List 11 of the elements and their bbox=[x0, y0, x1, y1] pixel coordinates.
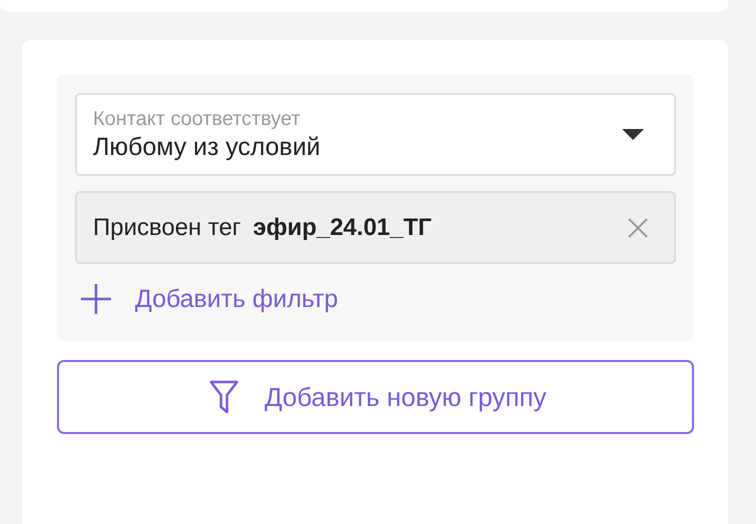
add-filter-link[interactable]: Добавить фильтр bbox=[75, 279, 338, 319]
plus-icon bbox=[81, 284, 111, 314]
add-group-button[interactable]: Добавить новую группу bbox=[57, 360, 694, 434]
caret-icon bbox=[622, 129, 644, 140]
filter-tag: эфир_24.01_ТГ bbox=[252, 214, 616, 242]
match-select[interactable]: Контакт соответствует Любому из условий bbox=[75, 93, 676, 176]
filter-icon bbox=[208, 380, 239, 414]
close-icon[interactable] bbox=[628, 218, 648, 238]
select-label: Контакт соответствует bbox=[93, 108, 302, 130]
filter-label: Присвоен тег bbox=[93, 214, 241, 242]
select-value: Любому из условий bbox=[93, 132, 322, 162]
